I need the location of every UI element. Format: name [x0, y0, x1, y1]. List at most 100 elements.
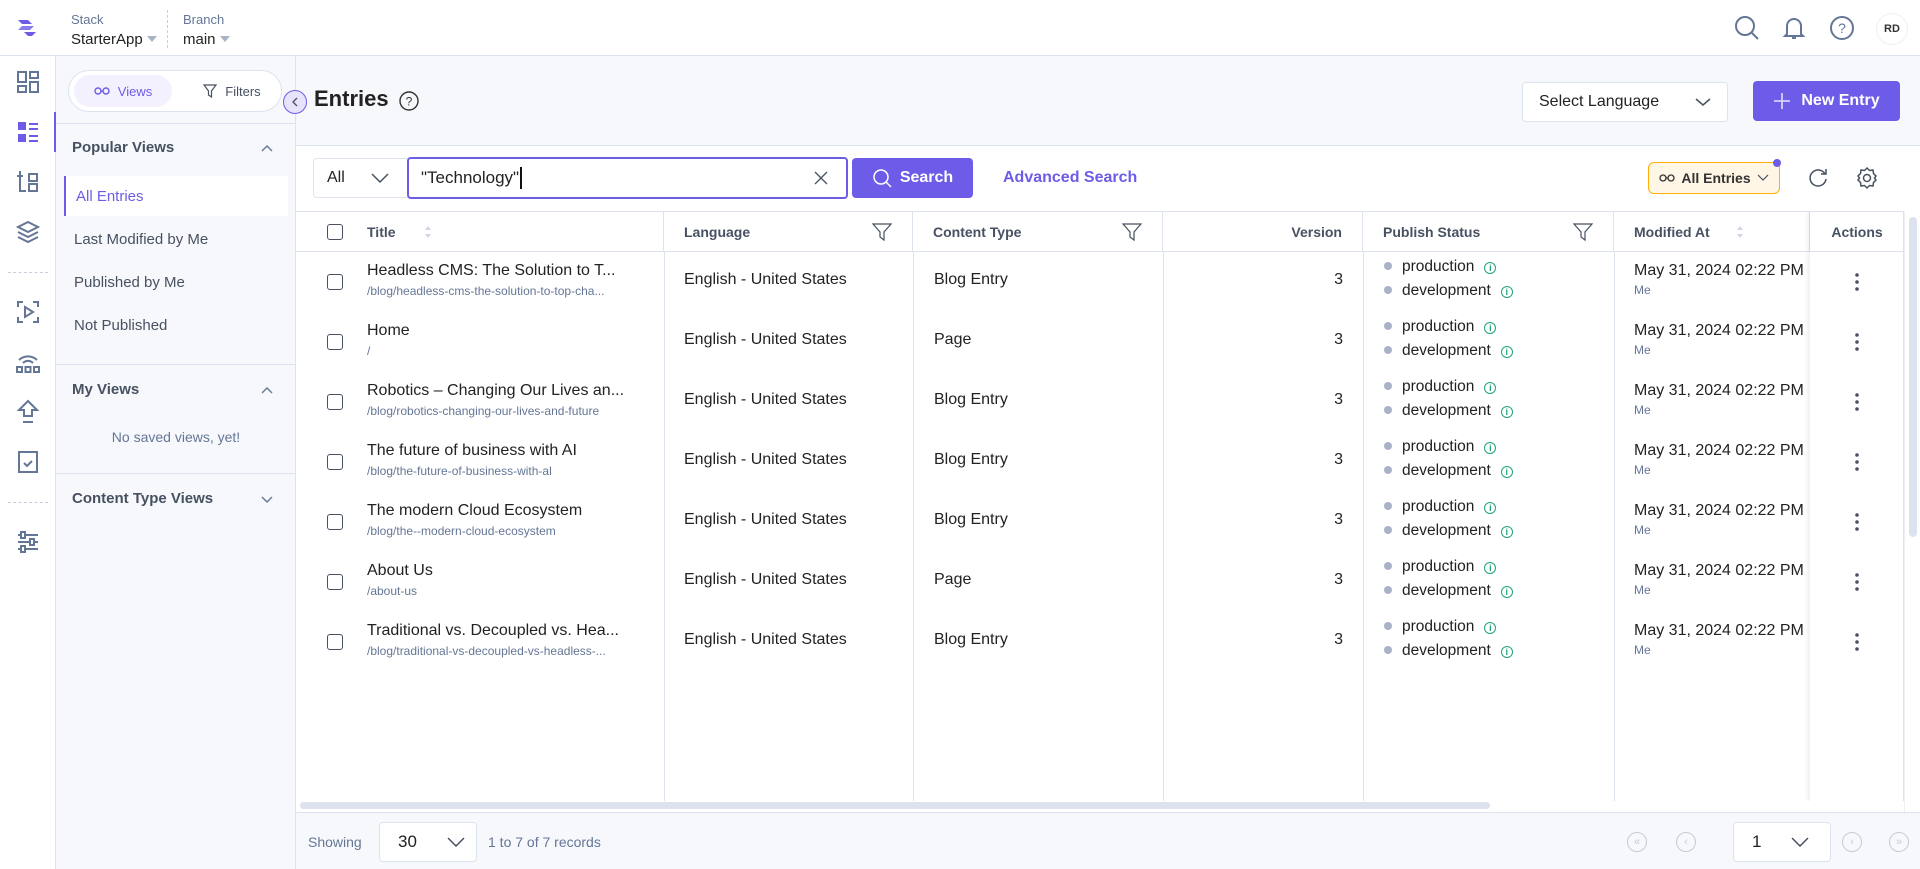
entry-title[interactable]: The modern Cloud Ecosystem	[367, 502, 582, 520]
row-checkbox[interactable]	[327, 514, 343, 530]
table-row[interactable]: About Us/about-us English - United States…	[296, 552, 1904, 612]
table-row[interactable]: Traditional vs. Decoupled vs. Hea... /blo…	[296, 612, 1904, 672]
help-icon[interactable]: ?	[1828, 14, 1856, 42]
settings-sliders-icon[interactable]	[14, 528, 42, 556]
view-published-by-me[interactable]: Published by Me	[64, 262, 288, 302]
sort-icon[interactable]	[424, 225, 432, 239]
content-models-icon[interactable]	[14, 168, 42, 196]
select-all-checkbox[interactable]	[327, 224, 343, 240]
info-icon[interactable]: i	[1500, 466, 1513, 478]
entry-title-cell[interactable]: The future of business with AI/blog/the-…	[367, 442, 577, 478]
help-icon[interactable]: ?	[398, 90, 420, 112]
new-entry-button[interactable]: New Entry	[1753, 81, 1900, 121]
info-icon[interactable]: i	[1484, 262, 1497, 274]
scrollbar-thumb[interactable]	[1909, 217, 1917, 537]
column-header-title[interactable]: Title	[296, 212, 664, 252]
row-checkbox[interactable]	[327, 274, 343, 290]
row-checkbox[interactable]	[327, 454, 343, 470]
last-page-icon[interactable]: »	[1889, 832, 1909, 852]
table-row[interactable]: The future of business with AI/blog/the-…	[296, 432, 1904, 492]
refresh-icon[interactable]	[1806, 166, 1830, 190]
more-actions-icon[interactable]	[1854, 392, 1860, 412]
chevron-up-icon[interactable]	[260, 141, 274, 155]
search-icon[interactable]	[1733, 14, 1761, 42]
publish-queue-icon[interactable]	[14, 398, 42, 426]
workflows-icon[interactable]	[14, 348, 42, 376]
prev-page-icon[interactable]: ‹	[1676, 832, 1696, 852]
clear-search-icon[interactable]	[814, 171, 828, 185]
vertical-scrollbar[interactable]	[1904, 211, 1920, 812]
page-size-dropdown[interactable]: 30	[379, 822, 477, 862]
search-input[interactable]: "Technology"	[407, 157, 848, 199]
info-icon[interactable]: i	[1484, 562, 1497, 574]
popular-views-heading[interactable]: Popular Views	[72, 139, 174, 156]
first-page-icon[interactable]: «	[1627, 832, 1647, 852]
row-checkbox[interactable]	[327, 334, 343, 350]
info-icon[interactable]: i	[1500, 586, 1513, 598]
table-row[interactable]: The modern Cloud Ecosystem/blog/the--mod…	[296, 492, 1904, 552]
sort-icon[interactable]	[1736, 225, 1744, 239]
entries-icon[interactable]	[14, 118, 42, 146]
content-type-views-heading[interactable]: Content Type Views	[72, 490, 213, 507]
page-number-dropdown[interactable]: 1	[1733, 822, 1831, 862]
table-row[interactable]: Headless CMS: The Solution to T... /blog/…	[296, 252, 1904, 312]
entry-title-cell[interactable]: Headless CMS: The Solution to T... /blog/…	[367, 262, 615, 298]
chevron-up-icon[interactable]	[260, 383, 274, 397]
row-checkbox[interactable]	[327, 574, 343, 590]
view-not-published[interactable]: Not Published	[64, 305, 288, 345]
column-header-language[interactable]: Language	[664, 212, 913, 252]
view-last-modified-by-me[interactable]: Last Modified by Me	[64, 219, 288, 259]
more-actions-icon[interactable]	[1854, 452, 1860, 472]
my-views-heading[interactable]: My Views	[72, 381, 139, 398]
more-actions-icon[interactable]	[1854, 332, 1860, 352]
dashboard-icon[interactable]	[14, 68, 42, 96]
user-avatar[interactable]: RD	[1876, 13, 1908, 45]
info-icon[interactable]: i	[1500, 406, 1513, 418]
row-checkbox[interactable]	[327, 394, 343, 410]
entry-title-cell[interactable]: Traditional vs. Decoupled vs. Hea... /blo…	[367, 622, 619, 658]
column-header-content-type[interactable]: Content Type	[913, 212, 1163, 252]
entry-title[interactable]: Headless CMS: The Solution to T...	[367, 262, 615, 280]
filter-icon[interactable]	[1122, 222, 1142, 242]
info-icon[interactable]: i	[1500, 346, 1513, 358]
info-icon[interactable]: i	[1484, 622, 1497, 634]
horizontal-scrollbar[interactable]	[300, 802, 1490, 809]
info-icon[interactable]: i	[1500, 286, 1513, 298]
table-row[interactable]: Home / English - United States Page 3 product…	[296, 312, 1904, 372]
row-checkbox[interactable]	[327, 634, 343, 650]
assets-layers-icon[interactable]	[14, 218, 42, 246]
chevron-down-icon[interactable]	[260, 492, 274, 506]
entry-title-cell[interactable]: About Us/about-us	[367, 562, 433, 598]
filter-icon[interactable]	[1573, 222, 1593, 242]
select-language-dropdown[interactable]: Select Language	[1522, 82, 1728, 122]
column-header-modified-at[interactable]: Modified At	[1614, 212, 1810, 252]
more-actions-icon[interactable]	[1854, 272, 1860, 292]
view-all-entries[interactable]: All Entries	[64, 176, 288, 216]
advanced-search-link[interactable]: Advanced Search	[1003, 169, 1137, 187]
app-logo-icon[interactable]	[14, 14, 42, 42]
more-actions-icon[interactable]	[1854, 512, 1860, 532]
settings-gear-icon[interactable]	[1855, 166, 1879, 190]
info-icon[interactable]: i	[1484, 442, 1497, 454]
more-actions-icon[interactable]	[1854, 572, 1860, 592]
info-icon[interactable]: i	[1484, 382, 1497, 394]
entry-title[interactable]: The future of business with AI	[367, 442, 577, 460]
entry-title[interactable]: Robotics – Changing Our Lives an...	[367, 382, 624, 400]
info-icon[interactable]: i	[1500, 646, 1513, 658]
filters-tab[interactable]: Filters	[187, 75, 277, 107]
entry-title[interactable]: About Us	[367, 562, 433, 580]
releases-icon[interactable]	[14, 298, 42, 326]
column-header-publish-status[interactable]: Publish Status	[1363, 212, 1614, 252]
entry-title-cell[interactable]: The modern Cloud Ecosystem/blog/the--mod…	[367, 502, 582, 538]
entry-title[interactable]: Traditional vs. Decoupled vs. Hea...	[367, 622, 619, 640]
search-scope-dropdown[interactable]: All	[313, 158, 413, 198]
search-button[interactable]: Search	[852, 158, 973, 198]
collapse-sidebar-button[interactable]	[283, 90, 307, 114]
views-tab[interactable]: Views	[74, 75, 172, 107]
stack-selector[interactable]: Stack StarterApp	[71, 12, 157, 48]
bell-icon[interactable]	[1780, 14, 1808, 42]
info-icon[interactable]: i	[1484, 322, 1497, 334]
tasks-icon[interactable]	[14, 448, 42, 476]
next-page-icon[interactable]: ›	[1842, 832, 1862, 852]
more-actions-icon[interactable]	[1854, 632, 1860, 652]
